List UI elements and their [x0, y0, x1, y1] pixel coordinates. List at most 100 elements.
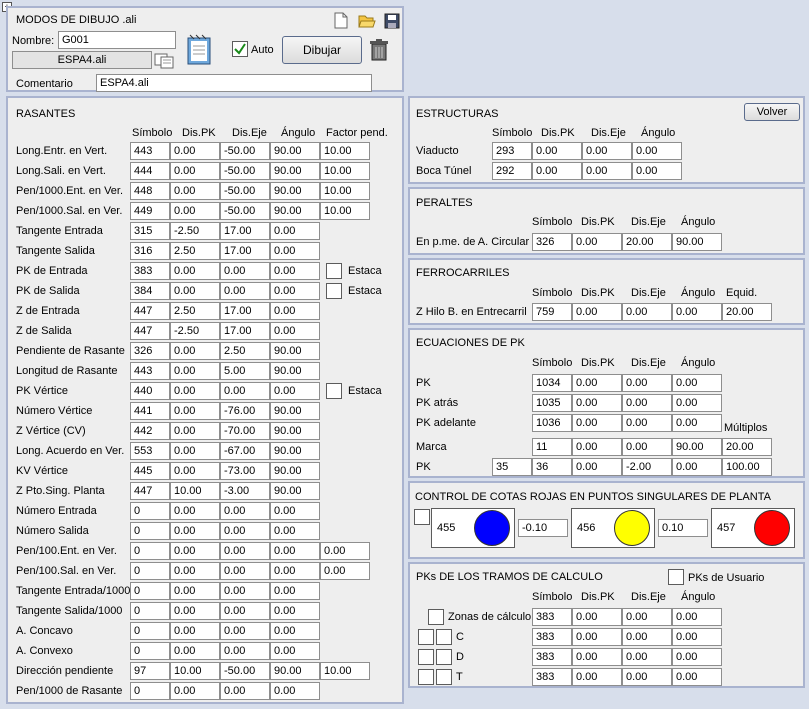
estructuras-diseje-field[interactable]: 0.00 [582, 142, 632, 160]
rasantes-angulo-field[interactable]: 90.00 [270, 662, 320, 680]
rasantes-simbolo-field[interactable]: 444 [130, 162, 170, 180]
ferrocarriles-simbolo-field[interactable]: 759 [532, 303, 572, 321]
rasantes-simbolo-field[interactable]: 0 [130, 562, 170, 580]
rasantes-dispk-field[interactable]: 0.00 [170, 402, 220, 420]
rasantes-dispk-field[interactable]: 2.50 [170, 242, 220, 260]
copy-icon[interactable] [154, 53, 176, 69]
rasantes-diseje-field[interactable]: -50.00 [220, 662, 270, 680]
rasantes-diseje-field[interactable]: 0.00 [220, 602, 270, 620]
ecuaciones-angulo-field[interactable]: 0.00 [672, 374, 722, 392]
rasantes-factor-field[interactable]: 10.00 [320, 202, 370, 220]
rasantes-angulo-field[interactable]: 90.00 [270, 342, 320, 360]
estructuras-angulo-field[interactable]: 0.00 [632, 142, 682, 160]
rasantes-angulo-field[interactable]: 0.00 [270, 602, 320, 620]
rasantes-dispk-field[interactable]: 0.00 [170, 442, 220, 460]
rasantes-dispk-field[interactable]: 0.00 [170, 502, 220, 520]
rasantes-dispk-field[interactable]: 0.00 [170, 282, 220, 300]
tramos-diseje-field[interactable]: 0.00 [622, 668, 672, 686]
estructuras-angulo-field[interactable]: 0.00 [632, 162, 682, 180]
rasantes-dispk-field[interactable]: 10.00 [170, 482, 220, 500]
rasantes-dispk-field[interactable]: 0.00 [170, 342, 220, 360]
tramos-dispk-field[interactable]: 0.00 [572, 628, 622, 646]
tramos-simbolo-field[interactable]: 383 [532, 668, 572, 686]
rasantes-angulo-field[interactable]: 0.00 [270, 322, 320, 340]
rasantes-diseje-field[interactable]: 17.00 [220, 222, 270, 240]
ecuaciones-simbolo-field[interactable]: 1036 [532, 414, 572, 432]
rasantes-diseje-field[interactable]: 0.00 [220, 522, 270, 540]
rasantes-simbolo-field[interactable]: 0 [130, 522, 170, 540]
ferrocarriles-factor-field[interactable]: 20.00 [722, 303, 772, 321]
rasantes-simbolo-field[interactable]: 326 [130, 342, 170, 360]
rasantes-simbolo-field[interactable]: 316 [130, 242, 170, 260]
rasantes-simbolo-field[interactable]: 97 [130, 662, 170, 680]
pk-simbolo-field[interactable]: 36 [532, 458, 572, 476]
rasantes-factor-field[interactable]: 0.00 [320, 562, 370, 580]
comentario-input[interactable]: ESPA4.ali [96, 74, 372, 92]
rasantes-angulo-field[interactable]: 0.00 [270, 242, 320, 260]
rasantes-factor-field[interactable]: 10.00 [320, 662, 370, 680]
tramos-simbolo-field[interactable]: 383 [532, 648, 572, 666]
ecuaciones-dispk-field[interactable]: 0.00 [572, 414, 622, 432]
rasantes-angulo-field[interactable]: 0.00 [270, 562, 320, 580]
estaca-checkbox[interactable] [326, 263, 342, 279]
rasantes-simbolo-field[interactable]: 315 [130, 222, 170, 240]
rasantes-diseje-field[interactable]: 0.00 [220, 642, 270, 660]
rasantes-diseje-field[interactable]: -50.00 [220, 202, 270, 220]
rasantes-angulo-field[interactable]: 0.00 [270, 302, 320, 320]
ecuaciones-angulo-field[interactable]: 0.00 [672, 394, 722, 412]
tramos-angulo-field[interactable]: 0.00 [672, 628, 722, 646]
rasantes-simbolo-field[interactable]: 0 [130, 602, 170, 620]
rasantes-angulo-field[interactable]: 0.00 [270, 522, 320, 540]
tramos-simbolo-field[interactable]: 383 [532, 628, 572, 646]
rasantes-angulo-field[interactable]: 0.00 [270, 682, 320, 700]
rasantes-angulo-field[interactable]: 90.00 [270, 142, 320, 160]
rasantes-angulo-field[interactable]: 90.00 [270, 402, 320, 420]
rasantes-angulo-field[interactable]: 0.00 [270, 262, 320, 280]
ferrocarriles-diseje-field[interactable]: 0.00 [622, 303, 672, 321]
rasantes-factor-field[interactable]: 10.00 [320, 162, 370, 180]
rasantes-dispk-field[interactable]: 0.00 [170, 142, 220, 160]
rasantes-angulo-field[interactable]: 0.00 [270, 642, 320, 660]
rasantes-angulo-field[interactable]: 90.00 [270, 442, 320, 460]
cota-value-1[interactable]: -0.10 [518, 519, 568, 537]
rasantes-simbolo-field[interactable]: 447 [130, 482, 170, 500]
rasantes-diseje-field[interactable]: -73.00 [220, 462, 270, 480]
rasantes-simbolo-field[interactable]: 445 [130, 462, 170, 480]
rasantes-angulo-field[interactable]: 0.00 [270, 582, 320, 600]
ferrocarriles-dispk-field[interactable]: 0.00 [572, 303, 622, 321]
rasantes-diseje-field[interactable]: 0.00 [220, 382, 270, 400]
cota-color-455[interactable] [474, 510, 510, 546]
marca-simbolo-field[interactable]: 11 [532, 438, 572, 456]
rasantes-angulo-field[interactable]: 0.00 [270, 622, 320, 640]
trash-icon[interactable] [368, 38, 390, 62]
rasantes-simbolo-field[interactable]: 448 [130, 182, 170, 200]
rasantes-dispk-field[interactable]: 0.00 [170, 602, 220, 620]
rasantes-diseje-field[interactable]: -50.00 [220, 162, 270, 180]
rasantes-diseje-field[interactable]: 0.00 [220, 562, 270, 580]
volver-button[interactable]: Volver [744, 103, 800, 121]
rasantes-dispk-field[interactable]: 0.00 [170, 522, 220, 540]
marca-factor-field[interactable]: 20.00 [722, 438, 772, 456]
ecuaciones-diseje-field[interactable]: 0.00 [622, 374, 672, 392]
rasantes-simbolo-field[interactable]: 0 [130, 642, 170, 660]
control-cotas-checkbox[interactable] [414, 509, 430, 525]
pk-diseje-field[interactable]: -2.00 [622, 458, 672, 476]
ferrocarriles-angulo-field[interactable]: 0.00 [672, 303, 722, 321]
rasantes-dispk-field[interactable]: 0.00 [170, 162, 220, 180]
marca-dispk-field[interactable]: 0.00 [572, 438, 622, 456]
marca-angulo-field[interactable]: 90.00 [672, 438, 722, 456]
rasantes-diseje-field[interactable]: 0.00 [220, 282, 270, 300]
rasantes-simbolo-field[interactable]: 441 [130, 402, 170, 420]
open-folder-icon[interactable] [358, 13, 376, 29]
rasantes-diseje-field[interactable]: 2.50 [220, 342, 270, 360]
rasantes-diseje-field[interactable]: 0.00 [220, 622, 270, 640]
t-checkbox-1[interactable] [418, 669, 434, 685]
zonas-calculo-checkbox[interactable] [428, 609, 444, 625]
rasantes-diseje-field[interactable]: 5.00 [220, 362, 270, 380]
tramos-diseje-field[interactable]: 0.00 [622, 648, 672, 666]
rasantes-dispk-field[interactable]: -2.50 [170, 322, 220, 340]
ecuaciones-simbolo-field[interactable]: 1035 [532, 394, 572, 412]
rasantes-dispk-field[interactable]: 10.00 [170, 662, 220, 680]
rasantes-angulo-field[interactable]: 0.00 [270, 502, 320, 520]
c-checkbox-2[interactable] [436, 629, 452, 645]
